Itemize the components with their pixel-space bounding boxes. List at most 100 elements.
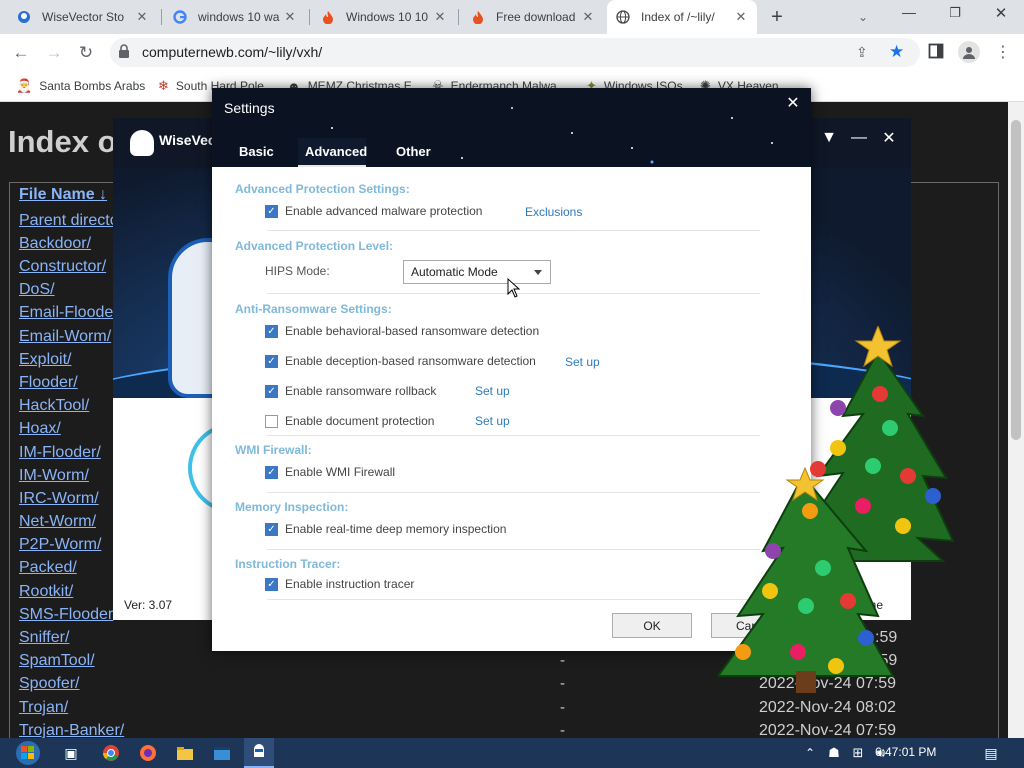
bookmark-santa-bombs-arabs[interactable]: 🎅 Santa Bombs Arabs [16, 76, 145, 96]
file-link[interactable]: Trojan-Banker/ [19, 722, 124, 738]
reload-icon[interactable]: ↻ [73, 40, 99, 66]
checkbox-unchecked[interactable] [265, 414, 278, 428]
checkbox-checked[interactable]: ✓ [265, 522, 278, 536]
tab-label: windows 10 wa [198, 10, 280, 24]
file-link[interactable]: Email-Floode [19, 304, 113, 322]
option-deception-ransomware[interactable]: ✓ Enable deception-based ransomware detec… [265, 354, 536, 368]
file-link[interactable]: IM-Worm/ [19, 467, 89, 485]
file-link[interactable]: DoS/ [19, 281, 55, 299]
option-malware-protection[interactable]: ✓ Enable advanced malware protection [265, 204, 482, 218]
task-view-icon[interactable]: ▣ [56, 738, 86, 768]
show-hidden-icons-chevron-icon[interactable]: ⌃ [800, 738, 820, 768]
divider [267, 549, 760, 550]
tab-windows-10[interactable]: Windows 10 10 ✕ [312, 0, 456, 34]
tab-search-chevron-icon[interactable]: ⌄ [852, 5, 874, 29]
minimize-icon[interactable]: — [845, 124, 873, 152]
bookmark-star-icon[interactable]: ★ [889, 42, 909, 62]
checkbox-checked[interactable]: ✓ [265, 465, 278, 479]
lock-icon[interactable] [118, 44, 132, 60]
tab-index-of-lily[interactable]: Index of /~lily/ ✕ [607, 0, 757, 34]
wisevector-taskbar-icon[interactable] [244, 738, 274, 768]
file-link[interactable]: Exploit/ [19, 351, 71, 369]
minimize-icon[interactable]: — [898, 4, 920, 26]
option-wmi-firewall[interactable]: ✓ Enable WMI Firewall [265, 465, 395, 479]
file-link[interactable]: Constructor/ [19, 258, 106, 276]
scrollbar-thumb[interactable] [1011, 120, 1021, 440]
setup-link-rollback[interactable]: Set up [475, 384, 510, 398]
wisevector-tray-icon[interactable]: ☗ [823, 738, 845, 768]
column-header-file-name[interactable]: File Name ↓ [19, 186, 107, 204]
menu-dropdown-icon[interactable]: ▼ [815, 124, 843, 152]
share-icon[interactable]: ⇪ [856, 44, 874, 62]
checkbox-checked[interactable]: ✓ [265, 354, 278, 368]
start-button-icon[interactable] [12, 738, 44, 768]
file-link[interactable]: SMS-Flooder [19, 606, 113, 624]
hips-mode-select[interactable]: Automatic Mode [403, 260, 551, 284]
close-window-icon[interactable]: ✕ [990, 4, 1012, 26]
file-link[interactable]: Packed/ [19, 559, 77, 577]
file-link[interactable]: Flooder/ [19, 374, 78, 392]
tab-other[interactable]: Other [396, 144, 431, 159]
notifications-icon[interactable]: ▤ [978, 738, 1004, 768]
file-link[interactable]: SpamTool/ [19, 652, 95, 670]
back-icon[interactable]: ← [8, 40, 34, 66]
app-window-icon[interactable] [207, 738, 237, 768]
forward-icon[interactable]: → [41, 40, 67, 66]
file-link[interactable]: Email-Worm/ [19, 328, 111, 346]
close-icon[interactable]: ✕ [282, 9, 298, 25]
menu-kebab-icon[interactable]: ⋮ [995, 42, 1011, 62]
file-link[interactable]: Trojan/ [19, 699, 68, 717]
section-heading: Advanced Protection Level: [235, 239, 394, 253]
close-icon[interactable]: ✕ [580, 9, 596, 25]
file-link[interactable]: IRC-Worm/ [19, 490, 99, 508]
file-link[interactable]: P2P-Worm/ [19, 536, 101, 554]
setup-link-deception[interactable]: Set up [565, 355, 600, 369]
option-label: Enable deception-based ransomware detect… [285, 354, 536, 368]
hips-mode-label: HIPS Mode: [265, 264, 330, 278]
option-deep-memory-inspection[interactable]: ✓ Enable real-time deep memory inspection [265, 522, 506, 536]
tab-wisevector[interactable]: WiseVector Sto ✕ [8, 0, 158, 34]
option-instruction-tracer[interactable]: ✓ Enable instruction tracer [265, 577, 414, 591]
checkbox-checked[interactable]: ✓ [265, 204, 278, 218]
new-tab-button[interactable]: + [764, 5, 790, 29]
file-link[interactable]: Spoofer/ [19, 675, 79, 693]
file-link[interactable]: IM-Flooder/ [19, 444, 101, 462]
file-link[interactable]: Sniffer/ [19, 629, 69, 647]
exclusions-link[interactable]: Exclusions [525, 205, 582, 219]
section-heading: Advanced Protection Settings: [235, 182, 410, 196]
tab-advanced[interactable]: Advanced [305, 144, 367, 159]
firefox-icon[interactable] [133, 738, 163, 768]
setup-link-document[interactable]: Set up [475, 414, 510, 428]
tab-free-download[interactable]: Free download ✕ [462, 0, 604, 34]
network-icon[interactable]: ⊞ [847, 738, 869, 768]
tab-google-search[interactable]: windows 10 wa ✕ [164, 0, 306, 34]
close-icon[interactable]: ✕ [134, 9, 150, 25]
file-link[interactable]: Net-Worm/ [19, 513, 96, 531]
option-behavioral-ransomware[interactable]: ✓ Enable behavioral-based ransomware dete… [265, 324, 539, 338]
ok-button[interactable]: OK [612, 613, 692, 638]
file-link[interactable]: Hoax/ [19, 420, 61, 438]
file-link[interactable]: Rootkit/ [19, 583, 73, 601]
checkbox-checked[interactable]: ✓ [265, 324, 278, 338]
close-icon[interactable]: ✕ [875, 124, 903, 152]
wisevector-title: WiseVec [159, 132, 216, 148]
profile-avatar-icon[interactable] [958, 41, 980, 63]
taskbar-clock[interactable]: 6:47:01 PM [875, 745, 936, 759]
chrome-icon[interactable] [96, 738, 126, 768]
file-link[interactable]: HackTool/ [19, 397, 89, 415]
close-icon[interactable]: ✕ [432, 9, 448, 25]
option-label: Enable WMI Firewall [285, 465, 396, 479]
side-panel-icon[interactable] [928, 43, 946, 61]
file-explorer-icon[interactable] [170, 738, 200, 768]
file-link[interactable]: Parent directo [19, 212, 119, 230]
checkbox-checked[interactable]: ✓ [265, 577, 278, 591]
option-ransomware-rollback[interactable]: ✓ Enable ransomware rollback [265, 384, 436, 398]
checkbox-checked[interactable]: ✓ [265, 384, 278, 398]
close-icon[interactable]: ✕ [733, 9, 749, 25]
restore-icon[interactable]: ❐ [944, 5, 966, 27]
tab-basic[interactable]: Basic [239, 144, 274, 159]
file-link[interactable]: Backdoor/ [19, 235, 91, 253]
url-text[interactable]: computernewb.com/~lily/vxh/ [142, 44, 322, 60]
option-document-protection[interactable]: Enable document protection [265, 414, 434, 428]
close-icon[interactable]: ✕ [779, 90, 807, 116]
